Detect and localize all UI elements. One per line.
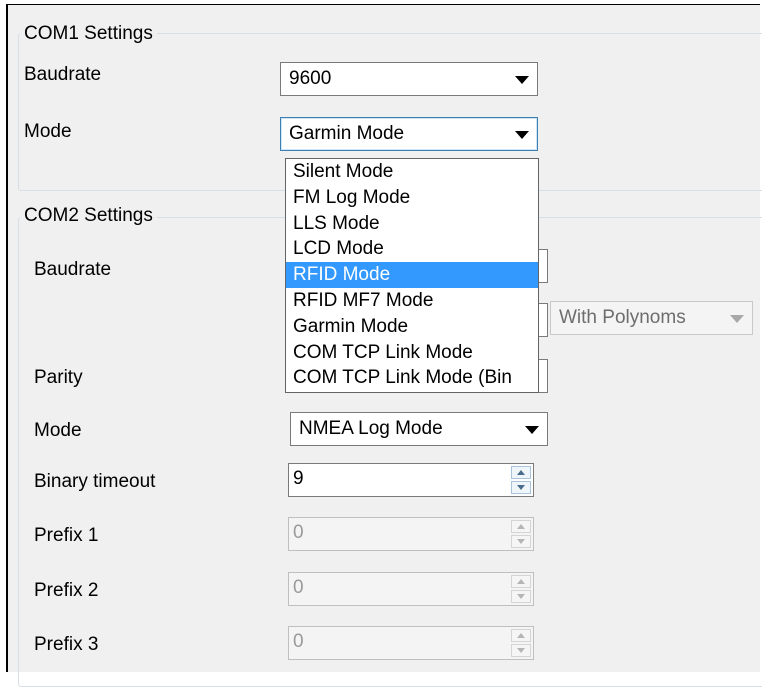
spin-up-button bbox=[511, 520, 531, 533]
dropdown-item[interactable]: COM TCP Link Mode bbox=[286, 340, 538, 366]
prefix1-value: 0 bbox=[293, 522, 304, 543]
com2-title: COM2 Settings bbox=[20, 205, 157, 227]
dropdown-item[interactable]: COM TCP Link Mode (Bin bbox=[286, 365, 538, 391]
com2-mode-label: Mode bbox=[34, 420, 82, 441]
com2-mode-value: NMEA Log Mode bbox=[299, 418, 443, 439]
prefix3-value: 0 bbox=[293, 631, 304, 652]
chevron-down-icon bbox=[515, 76, 529, 84]
com1-mode-value: Garmin Mode bbox=[289, 123, 405, 144]
spin-up-button[interactable] bbox=[511, 466, 531, 479]
spin-up-button bbox=[511, 629, 531, 642]
mode-dropdown-list: Silent Mode FM Log Mode LLS Mode LCD Mod… bbox=[285, 158, 539, 393]
binary-timeout-value: 9 bbox=[293, 468, 304, 489]
com1-baudrate-select[interactable]: 9600 bbox=[280, 62, 538, 96]
com1-title: COM1 Settings bbox=[20, 23, 157, 45]
dropdown-item[interactable]: LLS Mode bbox=[286, 211, 538, 237]
spin-up-button bbox=[511, 575, 531, 588]
arrow-up-icon bbox=[517, 579, 525, 584]
dropdown-item[interactable]: FM Log Mode bbox=[286, 185, 538, 211]
spin-down-button bbox=[511, 590, 531, 603]
dropdown-item[interactable]: RFID MF7 Mode bbox=[286, 288, 538, 314]
dropdown-item-selected[interactable]: RFID Mode bbox=[286, 262, 538, 288]
spin-down-button bbox=[511, 535, 531, 548]
prefix1-input[interactable]: 0 bbox=[288, 517, 534, 551]
arrow-up-icon bbox=[517, 524, 525, 529]
arrow-up-icon bbox=[517, 633, 525, 638]
dropdown-item[interactable]: LCD Mode bbox=[286, 236, 538, 262]
arrow-up-icon bbox=[517, 470, 525, 475]
polynoms-value: With Polynoms bbox=[559, 307, 686, 328]
arrow-down-icon bbox=[517, 594, 525, 599]
settings-panel: COM1 Settings Baudrate 9600 Mode Garmin … bbox=[6, 4, 762, 687]
arrow-down-icon bbox=[517, 648, 525, 653]
com1-baudrate-value: 9600 bbox=[289, 68, 332, 89]
arrow-down-icon bbox=[517, 539, 525, 544]
binary-timeout-input[interactable]: 9 bbox=[288, 463, 534, 497]
binary-timeout-label: Binary timeout bbox=[34, 471, 156, 492]
polynoms-select[interactable]: With Polynoms bbox=[550, 301, 753, 335]
arrow-down-icon bbox=[517, 485, 525, 490]
com2-mode-select[interactable]: NMEA Log Mode bbox=[290, 412, 548, 446]
spin-down-button bbox=[511, 644, 531, 657]
prefix1-label: Prefix 1 bbox=[34, 525, 99, 546]
dropdown-item[interactable]: Silent Mode bbox=[286, 159, 538, 185]
chevron-down-icon bbox=[525, 426, 539, 434]
com2-baudrate-label: Baudrate bbox=[34, 259, 112, 280]
prefix3-input[interactable]: 0 bbox=[288, 626, 534, 660]
dropdown-item[interactable]: Garmin Mode bbox=[286, 314, 538, 340]
com1-mode-select[interactable]: Garmin Mode bbox=[280, 117, 538, 151]
com1-mode-label: Mode bbox=[24, 121, 72, 142]
prefix2-label: Prefix 2 bbox=[34, 580, 99, 601]
prefix3-label: Prefix 3 bbox=[34, 634, 99, 655]
com1-baudrate-label: Baudrate bbox=[24, 64, 102, 85]
spin-down-button[interactable] bbox=[511, 481, 531, 494]
chevron-down-icon bbox=[730, 315, 744, 323]
prefix2-value: 0 bbox=[293, 577, 304, 598]
prefix2-input[interactable]: 0 bbox=[288, 572, 534, 606]
chevron-down-icon bbox=[515, 131, 529, 139]
com2-parity-label: Parity bbox=[34, 367, 83, 388]
